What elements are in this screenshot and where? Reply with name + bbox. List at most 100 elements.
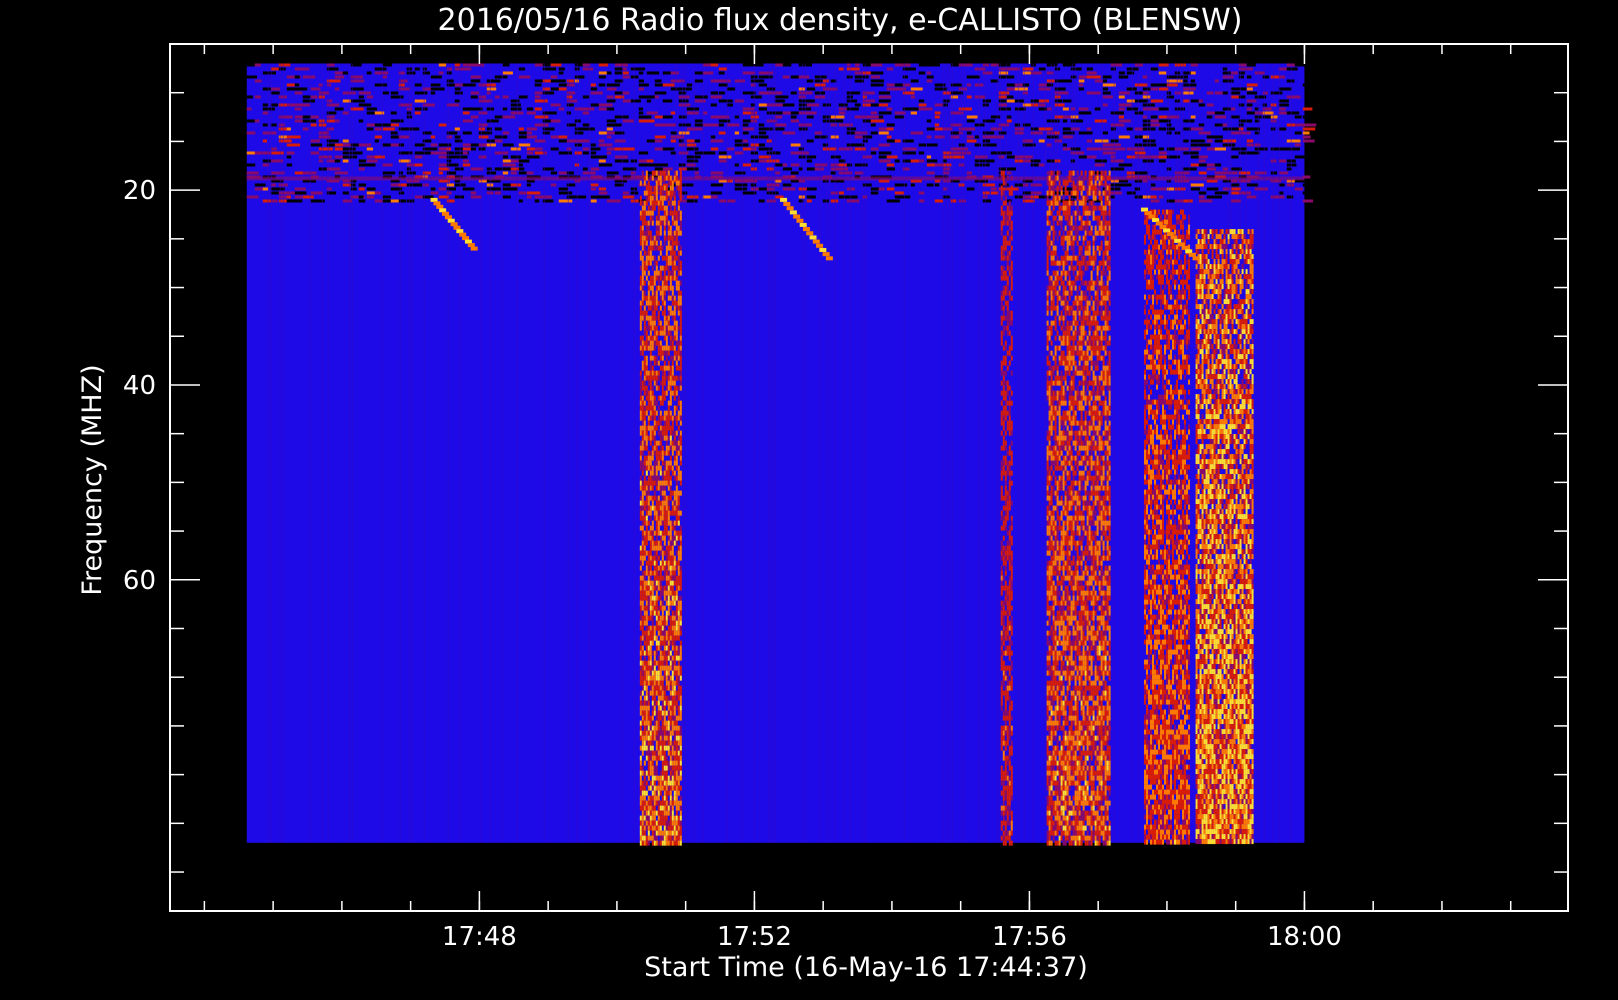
burst-cell [663, 480, 666, 486]
burst-cell [653, 540, 656, 546]
burst-cell [651, 295, 654, 301]
burst-cell [1046, 785, 1049, 791]
interference-cell [966, 135, 974, 139]
burst-cell [677, 285, 680, 291]
burst-cell [675, 240, 678, 246]
burst-cell [649, 395, 652, 401]
burst-cell [675, 495, 678, 501]
interference-cell [910, 79, 919, 83]
interference-cell [1118, 135, 1130, 139]
burst-cell [669, 415, 672, 421]
burst-cell [1050, 705, 1053, 711]
burst-cell [649, 580, 652, 586]
burst-cell [649, 295, 652, 301]
burst-cell [643, 230, 646, 236]
interference-cell [374, 127, 382, 131]
burst-cell [645, 225, 648, 231]
burst-cell [1050, 520, 1053, 526]
burst-cell [1000, 790, 1003, 796]
interference-cell [870, 79, 884, 83]
burst-cell [1008, 310, 1011, 316]
burst-cell [653, 560, 656, 566]
burst-cell [1046, 510, 1049, 516]
burst-cell [643, 310, 646, 316]
burst-cell [663, 330, 666, 336]
burst-cell [1006, 615, 1009, 621]
burst-cell [1048, 325, 1051, 331]
interference-cell [638, 67, 646, 71]
burst-cell [641, 840, 644, 846]
burst-cell [651, 625, 654, 631]
burst-cell [1004, 675, 1007, 681]
burst-cell [665, 445, 668, 451]
interference-cell [430, 191, 439, 195]
burst-cell [649, 300, 652, 306]
burst-cell [657, 615, 660, 621]
burst-cell [665, 205, 668, 211]
interference-cell [1102, 103, 1108, 107]
interference-cell [1302, 139, 1315, 143]
burst-cell [671, 335, 674, 341]
burst-cell [661, 635, 664, 641]
burst-cell [1004, 585, 1007, 591]
burst-cell [641, 685, 644, 691]
interference-cell [358, 143, 368, 147]
burst-cell [675, 245, 678, 251]
burst-cell [641, 675, 644, 681]
burst-cell [1006, 410, 1009, 416]
burst-cell [1006, 450, 1009, 456]
burst-cell [669, 650, 672, 656]
burst-cell [639, 225, 642, 231]
interference-cell [534, 199, 540, 203]
interference-cell [366, 95, 374, 99]
burst-cell [1004, 770, 1007, 776]
interference-cell [638, 151, 649, 155]
burst-cell [653, 750, 656, 756]
burst-cell [665, 480, 668, 486]
interference-cell [926, 71, 932, 75]
burst-cell [665, 260, 668, 266]
interference-cell [1158, 87, 1169, 91]
interference-cell [1174, 75, 1188, 79]
burst-cell [677, 840, 680, 846]
burst-cell [653, 665, 656, 671]
interference-cell [1206, 111, 1216, 115]
burst-cell [1008, 500, 1011, 506]
interference-cell [302, 127, 309, 131]
burst-cell [641, 530, 644, 536]
burst-cell [679, 385, 682, 391]
burst-cell [659, 580, 662, 586]
interference-cell [1182, 99, 1190, 103]
burst-cell [647, 615, 650, 621]
burst-cell [653, 685, 656, 691]
interference-cell [870, 75, 881, 79]
burst-cell [647, 720, 650, 726]
interference-cell [494, 95, 500, 99]
interference-cell [1118, 103, 1132, 107]
interference-cell [1214, 147, 1227, 151]
burst-cell [669, 295, 672, 301]
interference-cell [1062, 143, 1067, 147]
burst-cell [653, 370, 656, 376]
burst-cell [667, 785, 670, 791]
interference-cell [598, 71, 608, 75]
interference-cell [1150, 67, 1159, 71]
burst-cell [679, 430, 682, 436]
burst-cell [655, 615, 658, 621]
burst-cell [677, 655, 680, 661]
interference-cell [590, 167, 600, 171]
burst-cell [677, 475, 680, 481]
interference-cell [670, 139, 676, 143]
burst-cell [641, 770, 644, 776]
burst-cell [665, 600, 668, 606]
interference-cell [1158, 83, 1168, 87]
interference-cell [502, 71, 513, 75]
burst-cell [659, 635, 662, 641]
interference-cell [734, 115, 740, 119]
noise-streak [849, 63, 851, 843]
interference-cell [1238, 123, 1244, 127]
burst-cell [1002, 730, 1005, 736]
burst-cell [679, 195, 682, 201]
burst-cell [677, 265, 680, 271]
burst-cell [651, 320, 654, 326]
